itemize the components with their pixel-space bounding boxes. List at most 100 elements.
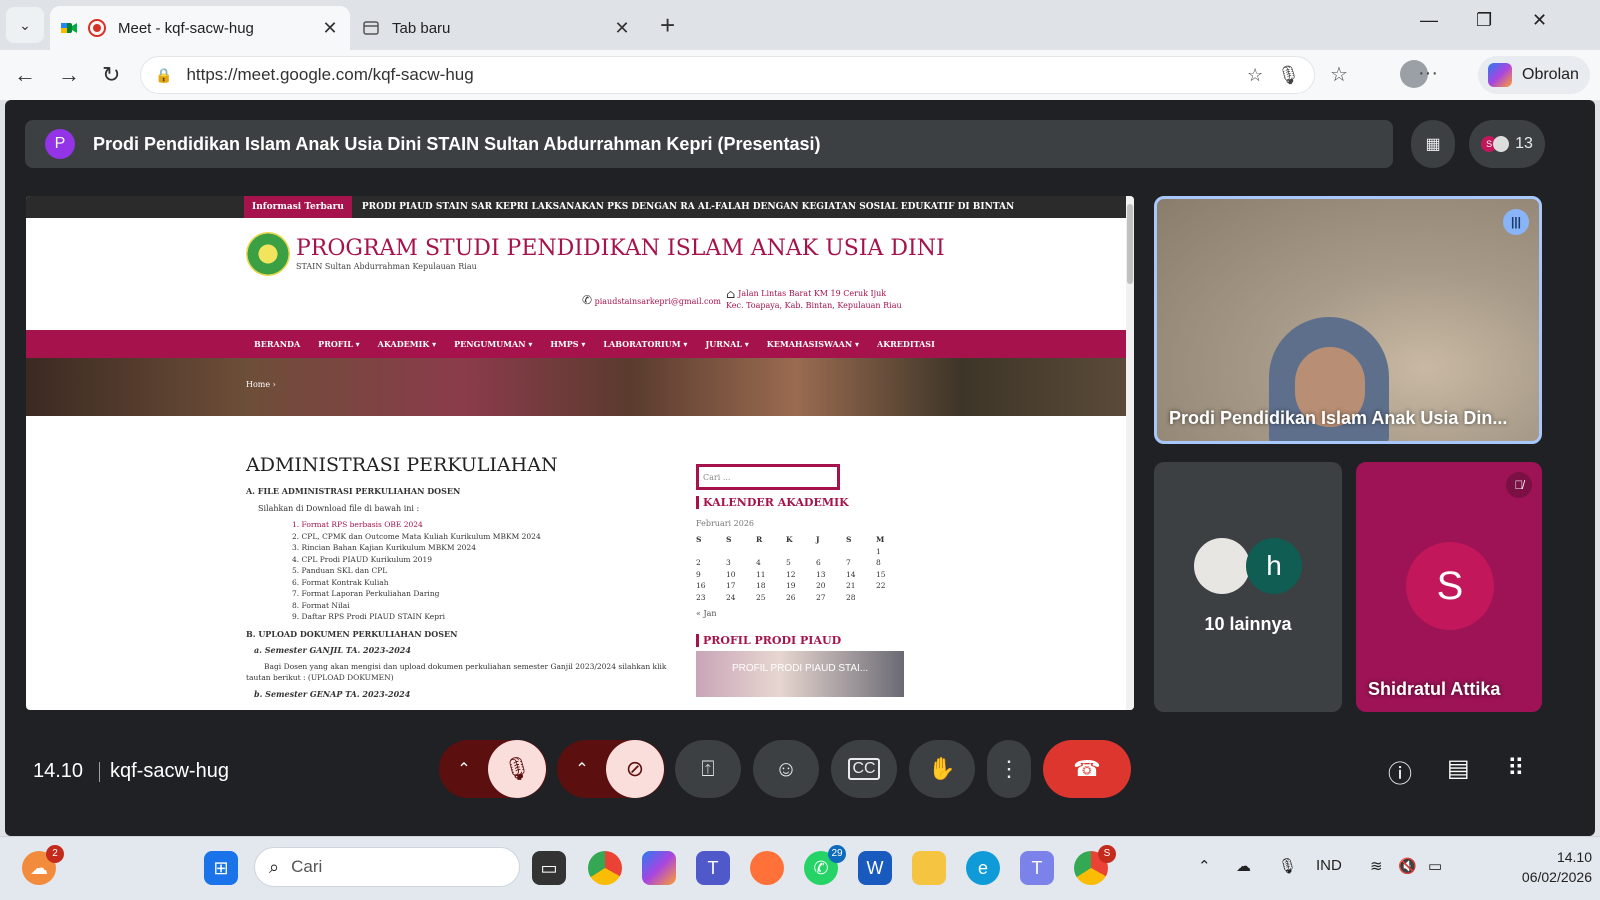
hero-banner-photo: Home › (26, 358, 1126, 416)
present-screen-button[interactable]: ⍐ (675, 740, 741, 798)
volume-muted-icon[interactable]: 🔇 (1398, 857, 1417, 875)
weather-widget-icon[interactable]: ☁ 2 (22, 845, 64, 885)
layout-icon[interactable]: ▦ (1411, 120, 1455, 168)
present-screen-icon: ⍐ (701, 756, 715, 781)
list-item: 3. Rincian Bahan Kajian Kurikulum MBKM 2… (292, 543, 476, 552)
calendar-day-cell: 20 (816, 581, 826, 591)
mic-muted-icon: 🎙̸ (1506, 472, 1532, 498)
notification-badge: 29 (828, 845, 846, 863)
site-info-icon[interactable]: 🔒 (155, 67, 172, 84)
more-vert-icon: ⋮ (998, 756, 1020, 781)
word-icon[interactable]: W (858, 851, 892, 885)
tab-meet[interactable]: Meet - kqf-sacw-hug ✕ (50, 6, 350, 50)
contact-address: ⌂ Jalan Lintas Barat KM 19 Ceruk Ijuk Ke… (726, 288, 902, 312)
windows-start-icon[interactable]: ⊞ (204, 851, 238, 885)
meeting-controls-bar: 14.10 kqf-sacw-hug ⌃ 🎙 ⌃ ⊘ ⍐ ☺ CC ✋ ⋮ ☎ … (5, 740, 1595, 804)
reload-icon[interactable]: ↻ (102, 62, 120, 88)
new-tab-page-icon (363, 21, 379, 35)
calendar-day-cell (756, 546, 786, 558)
participant-tile-shidratul[interactable]: 🎙̸ S Shidratul Attika (1356, 462, 1542, 712)
presenter-avatar: P (45, 129, 75, 159)
nav-item: KEMAHASISWAAN ▾ (766, 339, 859, 349)
whatsapp-icon[interactable]: ✆ 29 (804, 845, 846, 885)
speaking-indicator-icon: ||| (1503, 209, 1529, 235)
battery-icon[interactable]: ▭ (1428, 857, 1442, 875)
more-options-button[interactable]: ⋮ (987, 740, 1031, 798)
microphone-tray-icon[interactable]: 🎙 (1278, 857, 1297, 875)
microphone-in-use-icon[interactable]: 🎙 (1277, 65, 1300, 86)
mic-off-button[interactable]: 🎙 (488, 740, 546, 798)
back-arrow-icon[interactable]: ← (14, 62, 36, 88)
more-options-icon[interactable]: ··· (1418, 62, 1438, 85)
video-options-chevron-icon[interactable]: ⌃ (558, 759, 606, 779)
file-list: 1. Format RPS berbasis OBE 2024 2. CPL, … (292, 519, 676, 623)
edge-icon[interactable]: e (966, 851, 1000, 885)
camera-off-button[interactable]: ⊘ (606, 740, 664, 798)
list-item: 7. Format Laporan Perkuliahan Daring (292, 589, 440, 598)
close-window-icon[interactable]: ✕ (1532, 10, 1547, 31)
url-text: https://meet.google.com/kqf-sacw-hug (186, 65, 474, 84)
participant-count: 13 (1515, 135, 1533, 152)
tab-title: Meet - kqf-sacw-hug (118, 19, 254, 37)
favorites-icon[interactable]: ☆ (1330, 62, 1348, 87)
teams-icon[interactable]: T (696, 851, 730, 885)
system-clock[interactable]: 14.10 06/02/2026 (1496, 847, 1592, 887)
participant-avatar-h: h (1246, 538, 1302, 594)
wifi-icon[interactable]: ≋ (1370, 857, 1383, 875)
presentation-title-bar: P Prodi Pendidikan Islam Anak Usia Dini … (25, 120, 1393, 168)
meeting-time: 14.10 (33, 760, 84, 782)
meeting-code: kqf-sacw-hug (110, 760, 229, 782)
chrome-icon[interactable] (588, 851, 622, 885)
close-tab-icon[interactable]: ✕ (316, 18, 344, 39)
calendar-day-cell: 15 (876, 569, 886, 579)
minimize-window-icon[interactable]: — (1420, 10, 1438, 31)
onedrive-icon[interactable]: ☁ (1236, 857, 1251, 875)
favorite-star-icon[interactable]: ☆ (1247, 65, 1263, 86)
chat-icon[interactable]: ▤ (1447, 754, 1470, 783)
participants-button[interactable]: S 13 (1469, 120, 1545, 168)
raise-hand-button[interactable]: ✋ (909, 740, 975, 798)
forward-arrow-icon[interactable]: → (58, 62, 80, 88)
calendar-week-row: 1 (696, 546, 906, 558)
tab-new-tab[interactable]: Tab baru ✕ (352, 6, 642, 50)
reactions-button[interactable]: ☺ (753, 740, 819, 798)
audio-options-chevron-icon[interactable]: ⌃ (440, 759, 488, 779)
address-line-2: Kec. Toapaya, Kab. Bintan, Kepulauan Ria… (726, 301, 902, 310)
new-tab-plus-icon[interactable]: + (660, 10, 675, 41)
participant-tile-others[interactable]: h 10 lainnya (1154, 462, 1342, 712)
tab-actions-menu-button[interactable]: ⌄ (6, 7, 44, 43)
task-view-icon[interactable]: ▭ (532, 851, 566, 885)
calendar-day-cell: 7 (846, 558, 851, 568)
calendar-day-header: R (756, 535, 763, 545)
participant-tile-presenter[interactable]: ||| Prodi Pendidikan Islam Anak Usia Din… (1154, 196, 1542, 444)
close-tab-icon[interactable]: ✕ (608, 18, 636, 39)
teams-alert-icon[interactable]: T (1020, 851, 1054, 885)
meeting-info-icon[interactable]: ⓘ (1388, 754, 1412, 789)
list-item: 1. Format RPS berbasis OBE 2024 (292, 520, 423, 529)
section-a-heading: A. FILE ADMINISTRASI PERKULIAHAN DOSEN (246, 486, 461, 496)
copilot-chat-button[interactable]: Obrolan (1478, 56, 1590, 94)
file-explorer-icon[interactable] (912, 851, 946, 885)
semester-ganjil-text: Bagi Dosen yang akan mengisi dan upload … (246, 661, 667, 682)
calendar-day-cell: 4 (756, 558, 761, 568)
copilot-app-icon[interactable] (642, 851, 676, 885)
calendar-day-cell: 23 (696, 592, 706, 602)
calendar-day-cell: 13 (816, 569, 826, 579)
nav-item: AKADEMIK ▾ (377, 339, 437, 349)
address-bar[interactable]: 🔒 https://meet.google.com/kqf-sacw-hug ☆… (140, 56, 1315, 94)
input-language[interactable]: IND (1316, 857, 1342, 874)
calendar-day-cell: 18 (756, 581, 766, 591)
site-nav: BERANDA PROFIL ▾ AKADEMIK ▾ PENGUMUMAN ▾… (26, 330, 1126, 358)
firefox-icon[interactable] (750, 851, 784, 885)
leave-call-button[interactable]: ☎ (1043, 740, 1131, 798)
taskbar-search-input[interactable]: ⌕ Cari (254, 847, 520, 887)
page-heading: ADMINISTRASI PERKULIAHAN (246, 454, 558, 476)
show-hidden-icons-icon[interactable]: ⌃ (1198, 857, 1211, 875)
activities-grid-icon[interactable]: ⠿ (1507, 754, 1525, 783)
captions-button[interactable]: CC (831, 740, 897, 798)
section-b-heading: B. UPLOAD DOKUMEN PERKULIAHAN DOSEN (246, 628, 458, 639)
chrome-profile-icon[interactable]: S (1074, 845, 1116, 885)
participant-initial-avatar: S (1406, 542, 1494, 630)
restore-window-icon[interactable]: ❐ (1476, 10, 1492, 31)
recording-indicator-icon (88, 19, 106, 37)
